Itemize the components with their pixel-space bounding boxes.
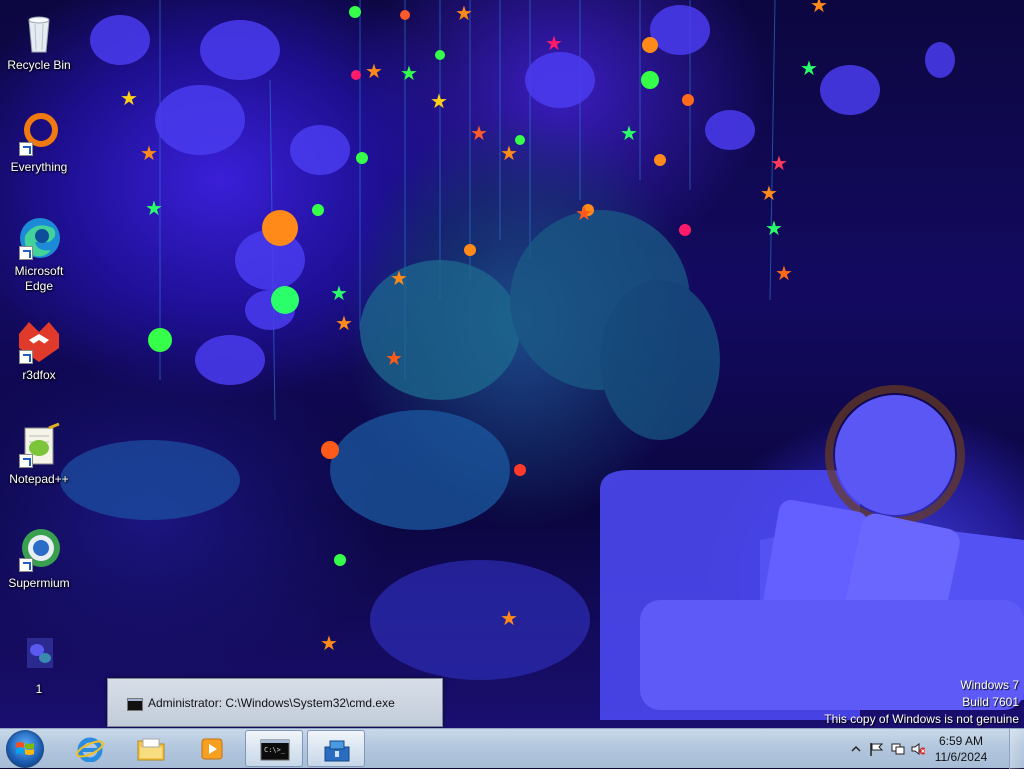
shortcut-arrow-icon <box>19 246 33 260</box>
desktop-icon-r3dfox[interactable]: r3dfox <box>2 318 76 383</box>
taskbar-internet-explorer[interactable] <box>61 730 119 767</box>
internet-explorer-icon <box>76 737 104 762</box>
desktop-icon-microsoft-edge[interactable]: Microsoft Edge <box>2 214 76 294</box>
svg-text:★: ★ <box>385 346 403 370</box>
show-desktop-button[interactable] <box>1009 729 1024 769</box>
svg-text:★: ★ <box>470 121 488 145</box>
show-hidden-icons-chevron[interactable] <box>849 742 863 756</box>
svg-text:★: ★ <box>810 0 828 17</box>
taskbar-windows-explorer[interactable] <box>122 730 180 767</box>
svg-text:★: ★ <box>400 61 418 85</box>
taskbar-cmd[interactable]: C:\>_ <box>245 730 303 767</box>
windows-genuine-watermark: Windows 7 Build 7601 This copy of Window… <box>824 677 1019 728</box>
r3dfox-icon <box>15 318 63 366</box>
desktop-icon-notepad-plus-plus[interactable]: Notepad++ <box>2 422 76 487</box>
taskbar-thumbnail-popup[interactable]: Administrator: C:\Windows\System32\cmd.e… <box>107 678 443 727</box>
desktop-icon-label: 1 <box>35 682 43 696</box>
svg-text:★: ★ <box>575 201 593 225</box>
recycle-bin-icon <box>15 8 63 56</box>
system-tray: 6:59 AM 11/6/2024 <box>839 729 1024 769</box>
image-file-icon <box>15 632 63 680</box>
svg-text:★: ★ <box>145 196 163 220</box>
taskbar: C:\>_ 6:59 AM 11/6/2024 <box>0 728 1024 769</box>
start-orb-icon <box>16 742 34 755</box>
desktop-icon-supermium[interactable]: Supermium <box>2 526 76 591</box>
desktop-icon-label: Supermium <box>8 576 70 590</box>
svg-text:★: ★ <box>500 606 518 630</box>
shortcut-arrow-icon <box>19 558 33 572</box>
wallpaper-art: ★ ★ ★ ★ ★ ★ ★ ★ ★ ★ ★ ★ ★ ★ ★ ★ ★ ★ ★ ★ ★ ★ ★ ★ <box>60 0 1024 720</box>
clock-time: 6:59 AM <box>938 734 984 748</box>
svg-text:★: ★ <box>330 281 348 305</box>
desktop-icon-label: Recycle Bin <box>7 58 71 72</box>
svg-text:★: ★ <box>620 121 638 145</box>
desktop-icon-label: r3dfox <box>22 368 56 382</box>
watermark-os-name: Windows 7 <box>960 678 1019 692</box>
desktop-icon-label: Everything <box>10 160 68 174</box>
network-icon[interactable] <box>891 742 905 756</box>
svg-text:C:\>_: C:\>_ <box>264 746 286 754</box>
media-player-icon <box>201 738 223 760</box>
shortcut-arrow-icon <box>19 454 33 468</box>
cmd-icon: C:\>_ <box>260 739 290 761</box>
desktop-icon-recycle-bin[interactable]: Recycle Bin <box>2 8 76 73</box>
action-center-flag-icon[interactable] <box>869 742 883 756</box>
svg-text:★: ★ <box>120 86 138 110</box>
svg-text:★: ★ <box>140 141 158 165</box>
svg-text:★: ★ <box>390 266 408 290</box>
taskbar-media-player[interactable] <box>183 730 241 767</box>
desktop-icon-image-file[interactable]: 1 <box>2 632 76 697</box>
everything-search-icon <box>15 110 63 158</box>
package-icon <box>324 740 350 762</box>
cmd-icon <box>127 698 143 711</box>
desktop-icon-label: Microsoft Edge <box>14 264 64 293</box>
shortcut-arrow-icon <box>19 142 33 156</box>
thumbnail-window-title[interactable]: Administrator: C:\Windows\System32\cmd.e… <box>148 696 395 710</box>
shortcut-arrow-icon <box>19 350 33 364</box>
desktop-wallpaper: ★ ★ ★ ★ ★ ★ ★ ★ ★ ★ ★ ★ ★ ★ ★ ★ ★ ★ ★ ★ ★ ★ ★ ★ <box>0 0 1024 728</box>
edge-icon <box>15 214 63 262</box>
clock[interactable]: 6:59 AM 11/6/2024 <box>926 733 996 765</box>
svg-text:★: ★ <box>335 311 353 335</box>
notepad-plus-plus-icon <box>15 422 63 470</box>
taskbar-package-app[interactable] <box>307 730 365 767</box>
volume-muted-icon[interactable] <box>911 742 925 756</box>
watermark-genuine-notice: This copy of Windows is not genuine <box>824 712 1019 726</box>
svg-text:★: ★ <box>765 216 783 240</box>
svg-text:★: ★ <box>770 151 788 175</box>
svg-text:★: ★ <box>430 89 448 113</box>
desktop-icon-label: Notepad++ <box>9 472 69 486</box>
svg-text:★: ★ <box>775 261 793 285</box>
start-button[interactable] <box>6 730 44 768</box>
clock-date: 11/6/2024 <box>934 750 988 764</box>
svg-text:★: ★ <box>455 1 473 25</box>
svg-text:★: ★ <box>500 141 518 165</box>
svg-text:★: ★ <box>760 181 778 205</box>
svg-text:★: ★ <box>545 31 563 55</box>
folder-icon <box>137 738 165 761</box>
supermium-icon <box>15 526 63 574</box>
watermark-build: Build 7601 <box>962 695 1019 709</box>
svg-text:★: ★ <box>800 56 818 80</box>
svg-text:★: ★ <box>365 59 383 83</box>
desktop-icon-everything[interactable]: Everything <box>2 110 76 175</box>
svg-text:★: ★ <box>320 631 338 655</box>
